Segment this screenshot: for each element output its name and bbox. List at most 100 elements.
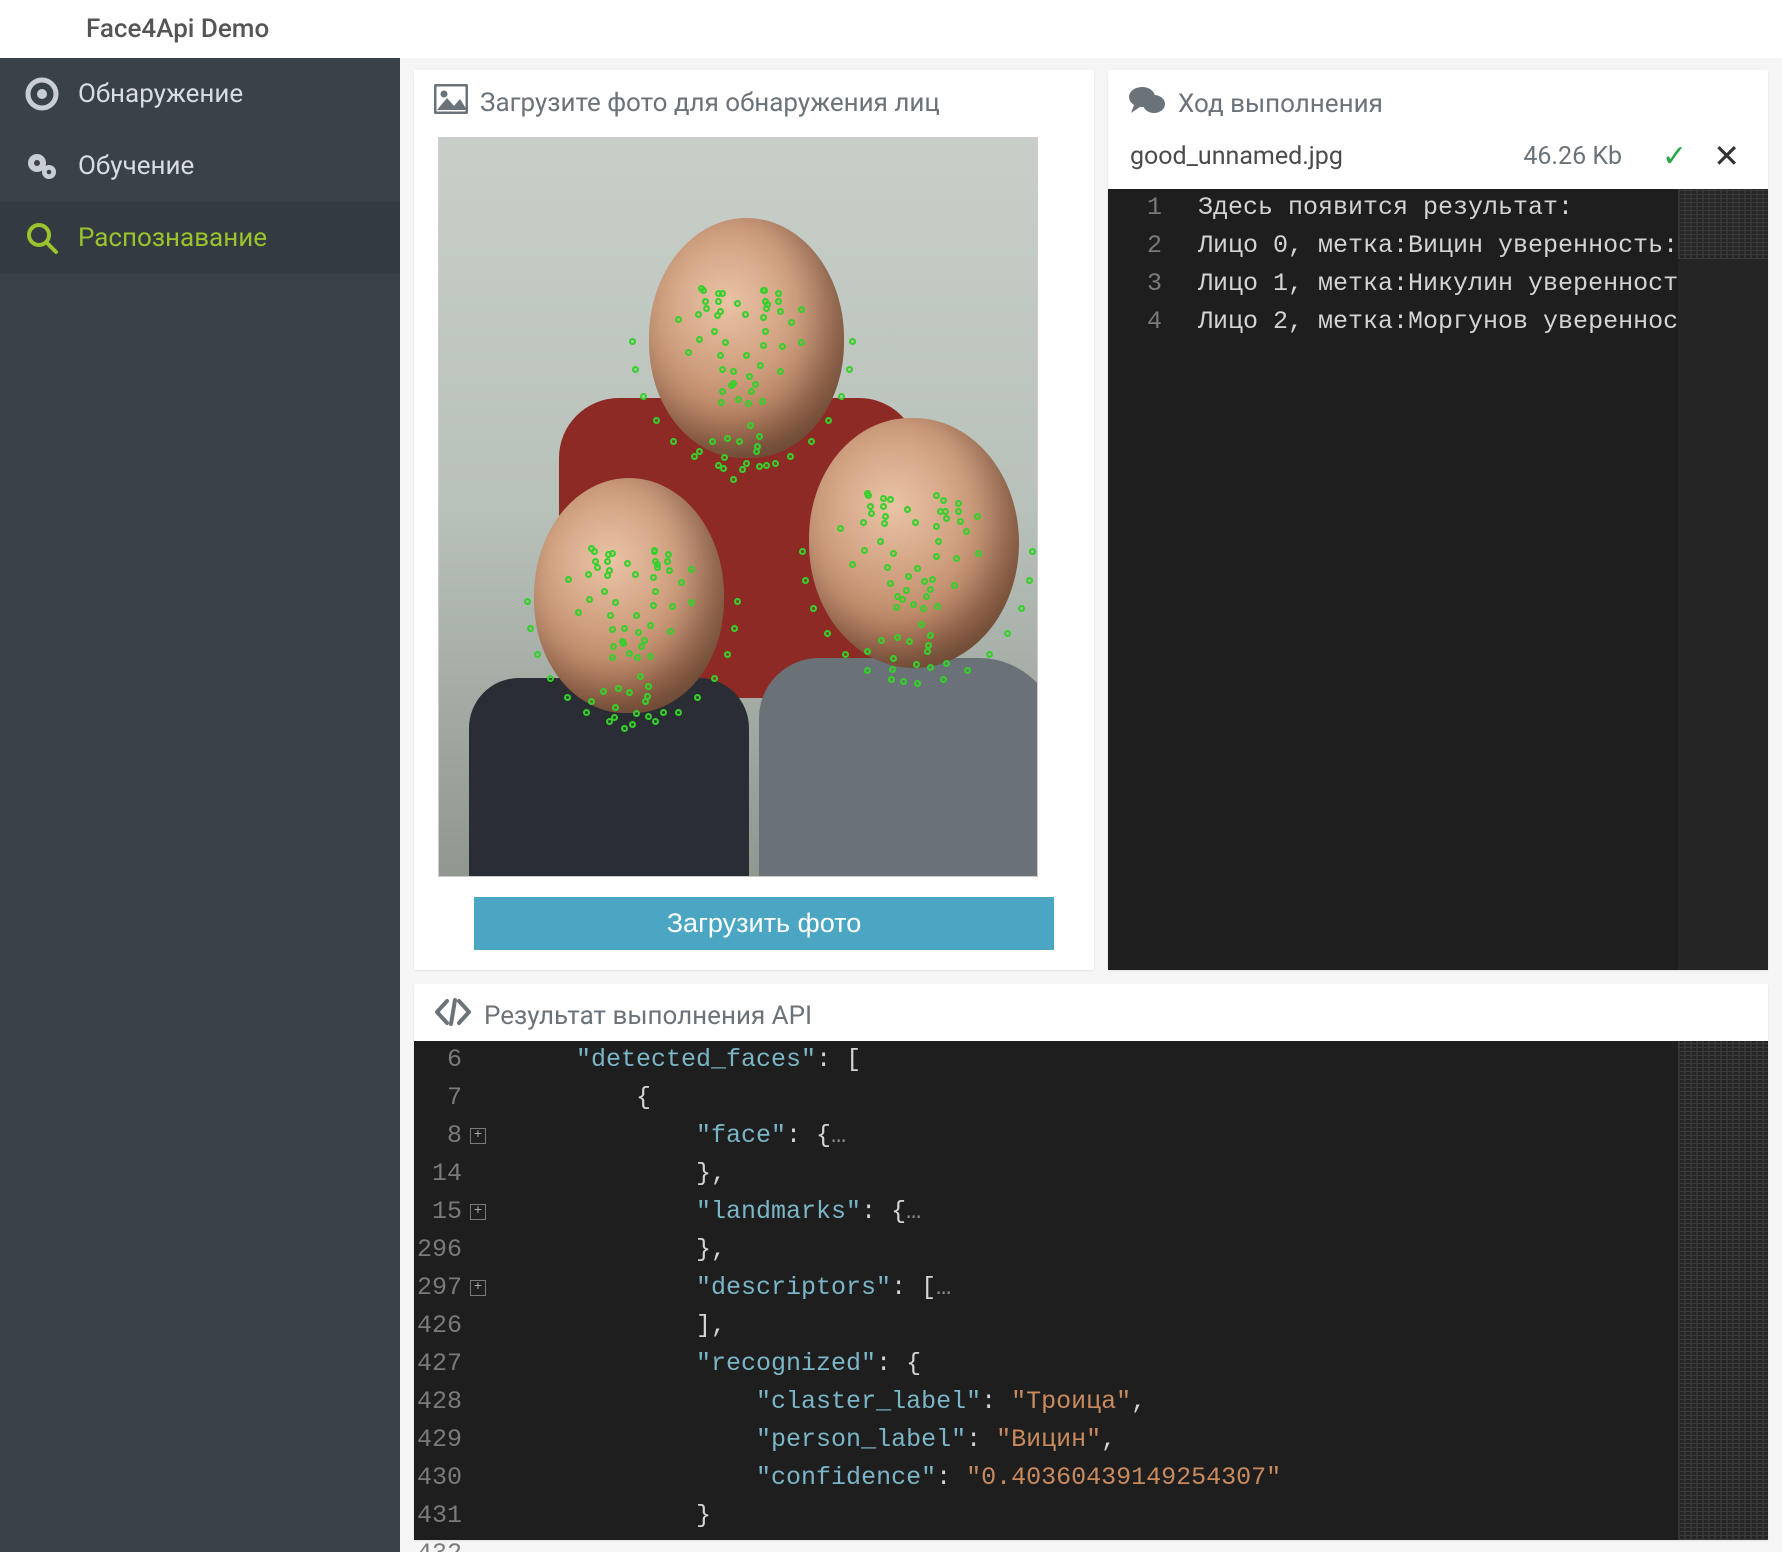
landmark-dot (629, 338, 636, 345)
landmark-dot (864, 648, 871, 655)
landmark-dot (647, 622, 654, 629)
landmark-dot (717, 308, 724, 315)
landmark-dot (799, 548, 806, 555)
progress-panel: Ход выполнения good_unnamed.jpg 46.26 Kb… (1108, 70, 1768, 970)
landmark-dot (612, 704, 619, 711)
landmark-dot (929, 576, 936, 583)
landmark-dot (775, 298, 782, 305)
landmark-dot (645, 713, 652, 720)
result-editor[interactable]: 678+1415+296297+426427428429430431432433… (414, 1041, 1768, 1540)
landmark-dot (688, 599, 695, 606)
sidebar-item-recognition[interactable]: Распознавание (0, 202, 400, 274)
code-icon (434, 998, 472, 1033)
landmark-dot (621, 625, 628, 632)
landmark-dot (927, 664, 934, 671)
progress-panel-title: Ход выполнения (1178, 89, 1383, 119)
upload-button[interactable]: Загрузить фото (474, 897, 1054, 950)
landmark-dot (924, 648, 931, 655)
landmark-dot (746, 373, 753, 380)
landmark-dot (586, 596, 593, 603)
landmark-dot (695, 311, 702, 318)
landmark-dot (665, 551, 672, 558)
landmark-dot (777, 308, 784, 315)
landmark-dot (779, 343, 786, 350)
landmark-dot (890, 655, 897, 662)
sidebar-item-label: Обнаружение (78, 79, 243, 109)
landmark-dot (606, 718, 613, 725)
editor-minimap[interactable] (1678, 189, 1768, 970)
landmark-dot (688, 566, 695, 573)
landmark-dot (861, 547, 868, 554)
landmark-dot (739, 466, 746, 473)
landmark-dot (975, 550, 982, 557)
editor-minimap[interactable] (1678, 1041, 1768, 1540)
landmark-dot (762, 298, 769, 305)
landmark-dot (914, 565, 921, 572)
result-panel-title: Результат выполнения API (484, 1001, 812, 1031)
landmark-dot (894, 593, 901, 600)
file-name: good_unnamed.jpg (1130, 142, 1503, 171)
sidebar-item-label: Распознавание (78, 223, 267, 253)
landmark-dot (756, 463, 763, 470)
image-icon (434, 84, 468, 121)
landmark-dot (808, 438, 815, 445)
landmark-dot (894, 634, 901, 641)
landmark-dot (1004, 630, 1011, 637)
landmark-dot (849, 338, 856, 345)
log-editor[interactable]: 1234 Здесь появится результат:Лицо 0, ме… (1108, 189, 1768, 970)
fold-toggle[interactable]: + (470, 1128, 486, 1144)
landmark-dot (787, 453, 794, 460)
landmark-dot (711, 675, 718, 682)
landmark-dot (913, 661, 920, 668)
landmark-dot (849, 561, 856, 568)
landmark-dot (547, 675, 554, 682)
landmark-dot (624, 560, 631, 567)
landmark-dot (722, 339, 729, 346)
landmark-dot (942, 508, 949, 515)
comments-icon (1128, 84, 1166, 123)
landmark-dot (953, 555, 960, 562)
sidebar-item-detection[interactable]: Обнаружение (0, 58, 400, 130)
landmark-dot (957, 518, 964, 525)
fold-toggle[interactable]: + (470, 1204, 486, 1220)
landmark-dot (719, 366, 726, 373)
result-panel: Результат выполнения API 678+1415+296297… (414, 984, 1768, 1540)
fold-toggle[interactable]: + (470, 1280, 486, 1296)
landmark-dot (606, 567, 613, 574)
check-icon: ✓ (1662, 139, 1687, 174)
landmark-dot (609, 654, 616, 661)
file-status-row: good_unnamed.jpg 46.26 Kb ✓ ✕ (1108, 131, 1768, 189)
landmark-dot (524, 598, 531, 605)
landmark-dot (719, 388, 726, 395)
landmark-dot (798, 339, 805, 346)
landmark-dot (734, 598, 741, 605)
close-icon[interactable]: ✕ (1707, 137, 1746, 175)
landmark-dot (986, 651, 993, 658)
landmark-dot (882, 513, 889, 520)
landmark-dot (609, 626, 616, 633)
landmark-dot (1029, 548, 1036, 555)
landmark-dot (933, 523, 940, 530)
app-title-bar: Face4Api Demo (0, 0, 1782, 58)
landmark-dot (798, 306, 805, 313)
file-size: 46.26 Kb (1523, 142, 1622, 171)
landmark-dot (920, 605, 927, 612)
landmark-dot (669, 603, 676, 610)
landmark-dot (626, 689, 633, 696)
landmark-dot (878, 637, 885, 644)
landmark-dot (641, 637, 648, 644)
landmark-dot (964, 667, 971, 674)
landmark-dot (955, 508, 962, 515)
landmark-dot (678, 579, 685, 586)
landmark-dot (711, 328, 718, 335)
landmark-dot (918, 621, 925, 628)
landmark-dot (564, 694, 571, 701)
landmark-dot (927, 586, 934, 593)
uploaded-photo (438, 137, 1038, 877)
landmark-dot (752, 381, 759, 388)
sidebar-item-training[interactable]: Обучение (0, 130, 400, 202)
landmark-dot (715, 298, 722, 305)
landmark-dot (867, 503, 874, 510)
landmark-dot (718, 399, 725, 406)
landmark-dot (757, 362, 764, 369)
